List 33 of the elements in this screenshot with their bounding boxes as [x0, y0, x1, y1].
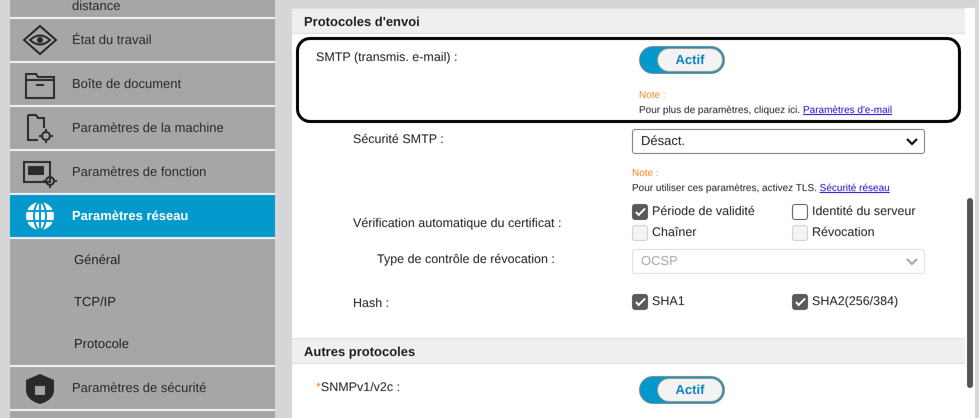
- checkbox-label: Chaîner: [652, 225, 696, 241]
- note-text: Pour utiliser ces paramètres, activez TLS.: [632, 183, 818, 194]
- field-label: Vérification automatique du certificat :: [353, 216, 562, 232]
- field-label: Hash :: [353, 296, 390, 312]
- section-header: Protocoles d'envoi: [292, 8, 965, 34]
- checkbox[interactable]: [792, 204, 808, 220]
- toggle-switch[interactable]: Actif: [639, 376, 725, 404]
- field-label: Type de contrôle de révocation :: [377, 252, 555, 268]
- chevron-down-icon: [906, 138, 918, 146]
- scrollbar-thumb[interactable]: [967, 198, 973, 388]
- dropdown[interactable]: Désact.: [632, 129, 925, 154]
- section-header: Autres protocoles: [292, 338, 965, 364]
- checkbox-label: SHA2(256/384): [812, 294, 898, 310]
- checkbox[interactable]: [632, 204, 648, 220]
- note-title: Note :: [639, 89, 667, 103]
- sidebar-item[interactable]: distance: [10, 0, 275, 19]
- note-link[interactable]: Paramètres d'e-mail: [802, 105, 892, 116]
- field-label: *SNMPv1/v2c :: [316, 380, 400, 396]
- checkbox[interactable]: [632, 294, 648, 310]
- eye-icon: [22, 24, 58, 56]
- checkbox-label: SHA1: [652, 294, 685, 310]
- checkbox-label: Période de validité: [652, 204, 755, 220]
- note-link[interactable]: Sécurité réseau: [820, 183, 890, 194]
- checkbox-label: Identité du serveur: [812, 204, 916, 220]
- sidebar-item[interactable]: Paramètres réseau: [10, 195, 275, 239]
- checkbox[interactable]: [792, 294, 808, 310]
- checkbox-label: Révocation: [812, 225, 875, 241]
- chevron-down-icon: [906, 258, 918, 266]
- field-label: Sécurité SMTP :: [353, 132, 444, 148]
- toggle-switch[interactable]: Actif: [639, 46, 725, 74]
- note-title: Note :: [632, 167, 660, 181]
- note-text: Pour plus de paramètres, cliquez ici.: [639, 105, 802, 116]
- field-label: SMTP (transmis. e-mail) :: [316, 50, 458, 66]
